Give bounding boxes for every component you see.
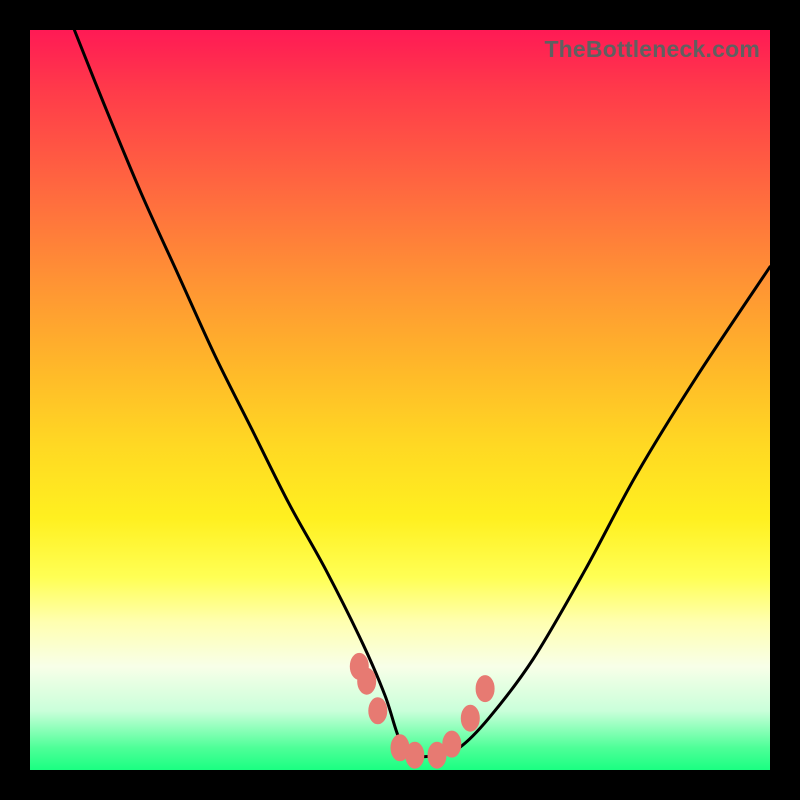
curve-marker [369, 698, 387, 724]
curve-marker [443, 731, 461, 757]
curve-marker [358, 668, 376, 694]
chart-plot-area: TheBottleneck.com [30, 30, 770, 770]
marker-group [350, 653, 494, 768]
curve-marker [406, 742, 424, 768]
bottleneck-curve [74, 30, 770, 757]
curve-marker [476, 676, 494, 702]
curve-marker [461, 705, 479, 731]
chart-svg [30, 30, 770, 770]
chart-frame: TheBottleneck.com [0, 0, 800, 800]
